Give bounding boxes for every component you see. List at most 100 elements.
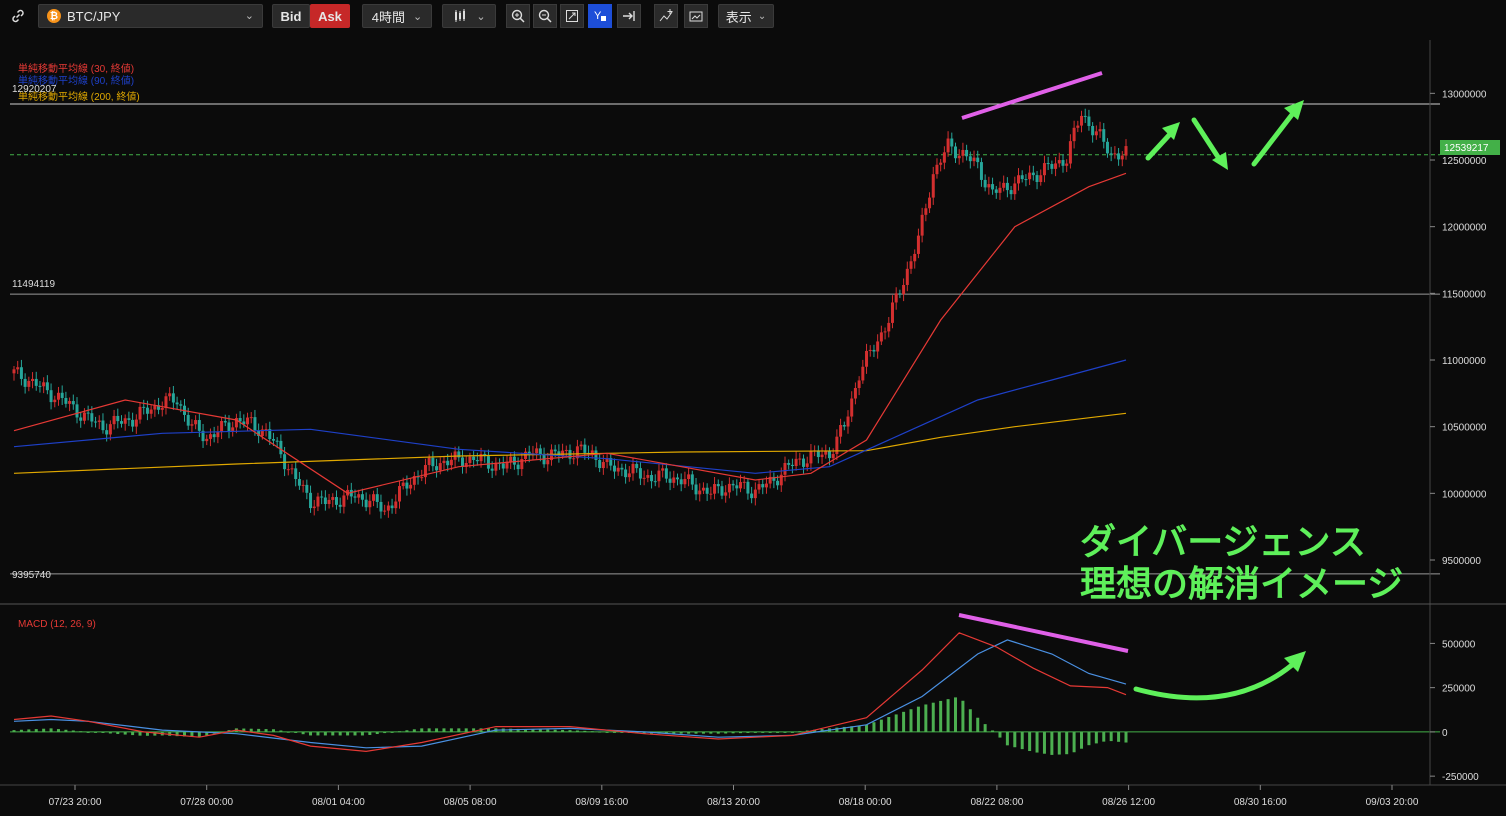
macd-histogram-bar: [924, 704, 928, 732]
scroll-to-end-icon[interactable]: [617, 4, 641, 28]
candle-body: [331, 497, 335, 500]
candle-body: [49, 390, 53, 403]
candle-body: [627, 473, 631, 478]
macd-histogram-bar: [553, 729, 557, 732]
display-menu[interactable]: 表示 ⌄: [718, 4, 774, 28]
candle-body: [138, 406, 142, 420]
candle-body: [171, 393, 175, 403]
candle-body: [23, 378, 27, 387]
macd-histogram-bar: [249, 728, 253, 732]
candle-body: [694, 484, 698, 495]
macd-histogram-bar: [902, 711, 906, 732]
candle-body: [131, 419, 135, 427]
candle-body: [802, 458, 806, 467]
macd-histogram-bar: [1057, 731, 1061, 755]
add-indicator-icon[interactable]: [654, 4, 678, 28]
candle-body: [979, 162, 983, 180]
candle-body: [334, 497, 338, 505]
macd-histogram-bar: [916, 706, 920, 732]
candle-body: [420, 477, 424, 479]
candle-body: [116, 415, 120, 422]
candle-body: [449, 459, 453, 466]
candle-body: [227, 422, 231, 432]
candle-body: [683, 479, 687, 485]
candle-body: [842, 425, 846, 427]
x-tick-label: 08/05 08:00: [444, 797, 497, 808]
candle-body: [446, 460, 450, 466]
candle-body: [1017, 175, 1021, 184]
macd-y-tick-label: 250000: [1442, 684, 1476, 695]
candle-body: [357, 494, 361, 498]
fit-icon[interactable]: [560, 4, 584, 28]
candle-body: [368, 500, 372, 508]
candle-body: [1117, 153, 1121, 160]
candle-body: [409, 484, 413, 489]
candle-body: [394, 501, 398, 509]
macd-histogram-bar: [94, 731, 98, 733]
candle-body: [853, 388, 857, 399]
macd-histogram-bar: [761, 731, 765, 733]
candle-body: [616, 467, 620, 472]
macd-histogram-bar: [865, 724, 869, 732]
macd-histogram-bar: [138, 731, 142, 736]
link-icon[interactable]: [6, 4, 30, 28]
candle-body: [653, 481, 657, 483]
chart-type-select[interactable]: ⌄: [442, 4, 496, 28]
candle-body: [1068, 141, 1072, 164]
macd-histogram-bar: [575, 730, 579, 732]
candle-body: [71, 401, 75, 405]
candle-body: [716, 484, 720, 487]
candle-body: [705, 487, 709, 494]
macd-histogram-bar: [131, 731, 135, 736]
x-tick-label: 08/13 20:00: [707, 797, 760, 808]
candle-body: [212, 434, 216, 438]
candle-body: [1024, 179, 1028, 181]
candle-body: [957, 155, 961, 159]
candle-body: [312, 506, 316, 509]
candle-body: [1013, 183, 1017, 195]
candle-body: [735, 485, 739, 489]
macd-histogram-bar: [1087, 731, 1091, 746]
timeframe-select[interactable]: 4時間 ⌄: [362, 4, 432, 28]
zoom-out-icon[interactable]: [533, 4, 557, 28]
macd-histogram-bar: [286, 731, 290, 733]
candle-body: [1098, 129, 1102, 132]
y-axis-lock-icon[interactable]: Y: [588, 4, 612, 28]
candle-body: [739, 482, 743, 489]
candle-body: [746, 481, 750, 494]
zoom-in-icon[interactable]: [506, 4, 530, 28]
macd-histogram-bar: [108, 731, 112, 734]
candle-body: [650, 475, 654, 482]
candle-body: [56, 392, 60, 400]
candle-body: [435, 466, 439, 471]
macd-histogram-bar: [27, 729, 31, 732]
bid-button[interactable]: Bid: [272, 4, 310, 28]
price-chart[interactable]: 13000000 12500000 12000000 11500000 11000000…: [0, 34, 1506, 811]
candle-body: [987, 184, 991, 188]
candle-body: [753, 489, 757, 499]
candle-body: [598, 459, 602, 469]
screenshot-icon[interactable]: [684, 4, 708, 28]
macd-histogram-bar: [427, 728, 431, 732]
macd-histogram-bar: [375, 731, 379, 735]
candle-body: [145, 407, 149, 414]
symbol-select[interactable]: ₿ BTC/JPY ⌄: [38, 4, 263, 28]
candle-body: [887, 322, 891, 332]
macd-histogram-bar: [449, 728, 453, 732]
legend-sma30: 単純移動平均線 (30, 終値): [18, 62, 134, 75]
x-tick-label: 09/03 20:00: [1366, 797, 1419, 808]
candle-body: [386, 505, 390, 511]
candle-body: [1009, 190, 1013, 195]
macd-histogram-bar: [1013, 731, 1017, 748]
candle-body: [998, 187, 1002, 193]
macd-histogram-bar: [331, 731, 335, 736]
ask-button[interactable]: Ask: [310, 4, 350, 28]
chart-area[interactable]: 13000000 12500000 12000000 11500000 11000000…: [0, 34, 1506, 811]
candle-body: [1102, 129, 1106, 142]
macd-histogram-bar: [338, 731, 342, 736]
macd-histogram-bar: [538, 729, 542, 732]
candle-body: [1061, 160, 1065, 166]
candle-body: [390, 505, 394, 509]
candle-body: [82, 412, 86, 421]
macd-histogram-bar: [1072, 731, 1076, 753]
